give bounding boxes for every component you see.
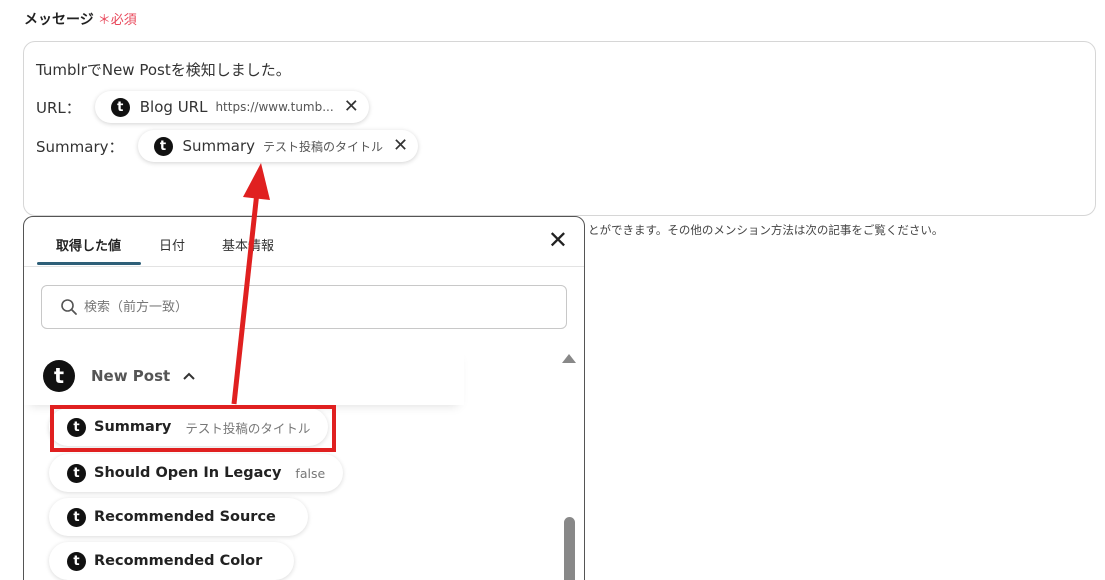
search-input[interactable]	[84, 299, 484, 315]
list-item-should-open-in-legacy[interactable]: t Should Open In Legacy false	[49, 454, 344, 492]
list-item-recommended-source[interactable]: t Recommended Source	[49, 498, 308, 536]
close-icon[interactable]: ✕	[548, 228, 568, 252]
list-item-recommended-color[interactable]: t Recommended Color	[49, 542, 295, 580]
helper-text: とができます。その他のメンション方法は次の記事をご覧ください。	[588, 223, 944, 237]
value-picker-panel: 取得した値 日付 基本情報 ✕ t New Post t Summary テスト…	[23, 216, 585, 580]
message-line-1: TumblrでNew Postを検知しました。	[36, 61, 291, 79]
group-title: New Post	[91, 367, 171, 385]
message-row-summary: Summary： t Summary テスト投稿のタイトル ✕	[36, 130, 419, 162]
tab-acquired-values[interactable]: 取得した値	[56, 235, 121, 254]
message-row-url: URL： t Blog URL https://www.tumb... ✕	[36, 91, 369, 123]
group-header-new-post[interactable]: t New Post	[24, 347, 464, 405]
tumblr-icon: t	[43, 360, 75, 392]
message-field-label: メッセージ ＊必須	[24, 9, 137, 29]
tab-date[interactable]: 日付	[159, 235, 185, 254]
chevron-up-icon[interactable]	[182, 371, 196, 381]
scroll-up-arrow-icon[interactable]	[562, 354, 576, 363]
chip-name: Blog URL	[139, 98, 208, 116]
scrollbar-thumb[interactable]	[564, 517, 575, 580]
tab-bar: 取得した値 日付 基本情報 ✕	[24, 217, 584, 267]
item-name: Should Open In Legacy	[94, 465, 282, 481]
chip-summary[interactable]: t Summary テスト投稿のタイトル ✕	[137, 130, 419, 162]
item-value: false	[295, 465, 326, 481]
message-label-text: メッセージ	[24, 12, 94, 28]
tumblr-icon: t	[67, 507, 86, 527]
item-name: Recommended Color	[94, 553, 263, 569]
chip-blog-url[interactable]: t Blog URL https://www.tumb... ✕	[94, 91, 369, 123]
tab-basic-info[interactable]: 基本情報	[222, 235, 274, 254]
summary-label: Summary：	[36, 137, 124, 156]
chip-value: https://www.tumb...	[215, 100, 334, 114]
tumblr-icon: t	[153, 136, 173, 156]
close-icon[interactable]: ✕	[393, 137, 408, 155]
search-box	[41, 285, 567, 329]
required-badge: ＊必須	[97, 13, 137, 28]
url-label: URL：	[36, 98, 81, 117]
active-tab-indicator	[37, 262, 141, 265]
close-icon[interactable]: ✕	[344, 98, 359, 116]
chip-value: テスト投稿のタイトル	[263, 139, 384, 154]
search-icon	[61, 299, 77, 315]
chip-name: Summary	[182, 137, 256, 155]
tumblr-icon: t	[67, 463, 86, 483]
annotation-highlight-box	[50, 405, 336, 452]
item-name: Recommended Source	[94, 509, 276, 525]
tumblr-icon: t	[67, 551, 86, 571]
message-textarea[interactable]: TumblrでNew Postを検知しました。 URL： t Blog URL …	[23, 41, 1096, 216]
tumblr-icon: t	[110, 97, 130, 117]
